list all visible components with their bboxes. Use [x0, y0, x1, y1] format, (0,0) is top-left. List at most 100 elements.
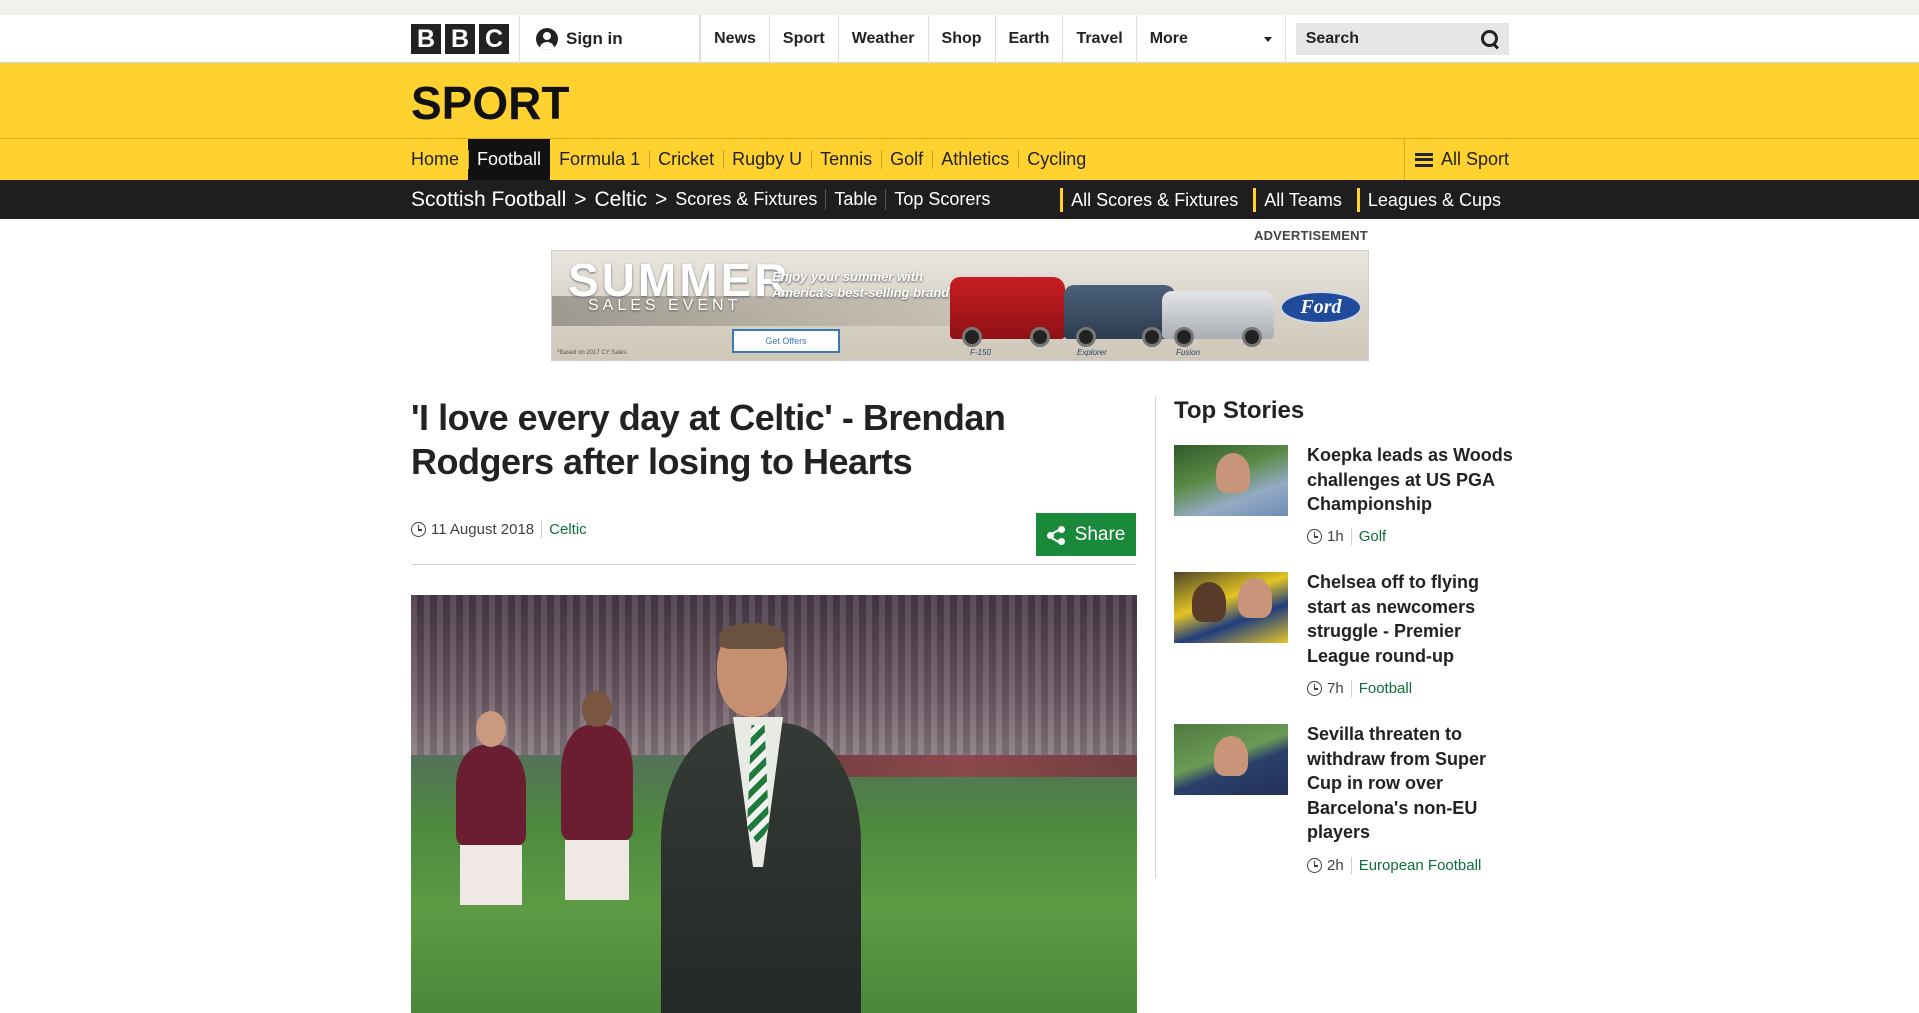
- sport-nav-tennis[interactable]: Tennis: [811, 139, 881, 180]
- photo-player-shorts: [565, 840, 629, 900]
- subnav-all-scores-fixtures[interactable]: All Scores & Fixtures: [1060, 187, 1246, 212]
- ad-car-blue-suv: [1064, 285, 1176, 347]
- global-nav: News Sport Weather Shop Earth Travel Mor…: [700, 15, 1286, 63]
- clock-icon: [1307, 529, 1322, 544]
- sport-nav: Home Football Formula 1 Cricket Rugby U …: [0, 139, 1919, 180]
- photo-player: [561, 691, 633, 900]
- sign-in-label: Sign in: [566, 29, 623, 48]
- thumbnail-figure: [1216, 453, 1250, 493]
- story-title[interactable]: Chelsea off to flying start as newcomers…: [1307, 570, 1517, 668]
- sport-header: SPORT: [0, 63, 1919, 139]
- share-icon: [1046, 525, 1065, 545]
- global-nav-news[interactable]: News: [700, 15, 769, 63]
- ad-car-red-truck: [950, 277, 1065, 347]
- story-meta: 1h Golf: [1307, 528, 1386, 545]
- clock-icon: [1307, 681, 1322, 696]
- story-time: 1h: [1327, 528, 1344, 545]
- story-section-link[interactable]: European Football: [1350, 857, 1481, 874]
- photo-player-shorts: [460, 845, 522, 905]
- sport-nav-golf[interactable]: Golf: [881, 139, 932, 180]
- ad-fine-print: *Based on 2017 CY Sales.: [557, 350, 628, 356]
- sport-nav-football[interactable]: Football: [468, 139, 551, 180]
- story-thumbnail[interactable]: [1174, 572, 1288, 643]
- ad-subheadline: SALES EVENT: [588, 297, 742, 314]
- sport-title[interactable]: SPORT: [411, 76, 569, 130]
- thumbnail-figure: [1192, 582, 1226, 622]
- sport-nav-formula-1[interactable]: Formula 1: [550, 139, 649, 180]
- wheel: [1030, 327, 1050, 347]
- subnav-right-links: All Scores & Fixtures All Teams Leagues …: [1053, 180, 1509, 219]
- photo-player-head: [476, 711, 506, 747]
- sport-nav-athletics[interactable]: Athletics: [932, 139, 1018, 180]
- ad-model-label: Explorer: [1077, 348, 1107, 357]
- advertisement-label: ADVERTISEMENT: [1254, 228, 1368, 243]
- breadcrumb-scottish-football[interactable]: Scottish Football: [411, 188, 566, 212]
- story-title[interactable]: Koepka leads as Woods challenges at US P…: [1307, 443, 1517, 517]
- column-divider: [1155, 396, 1156, 878]
- subnav-all-teams[interactable]: All Teams: [1253, 187, 1350, 212]
- search-icon[interactable]: [1481, 30, 1499, 48]
- story-section-link[interactable]: Football: [1350, 680, 1412, 697]
- global-nav-shop[interactable]: Shop: [927, 15, 995, 63]
- global-nav-more[interactable]: More: [1135, 15, 1286, 63]
- story-title[interactable]: Sevilla threaten to withdraw from Super …: [1307, 722, 1517, 845]
- global-nav-travel[interactable]: Travel: [1062, 15, 1135, 63]
- photo-manager-hair: [719, 623, 785, 649]
- article-section-link[interactable]: Celtic: [541, 521, 587, 538]
- ad-model-label: Fusion: [1176, 348, 1201, 357]
- article-meta: 11 August 2018 Celtic: [411, 521, 587, 538]
- subnav-table[interactable]: Table: [825, 189, 885, 210]
- sport-nav-home[interactable]: Home: [411, 139, 468, 180]
- logo-letter: B: [411, 24, 441, 54]
- browser-top-strip: [0, 0, 1919, 15]
- advertisement-banner[interactable]: SUMMER SALES EVENT Enjoy your summer wit…: [551, 250, 1369, 361]
- global-nav-sport[interactable]: Sport: [768, 15, 838, 63]
- story-thumbnail[interactable]: [1174, 724, 1288, 795]
- story-time: 7h: [1327, 680, 1344, 697]
- caret-down-icon: [1263, 36, 1272, 42]
- share-button[interactable]: Share: [1036, 513, 1136, 556]
- breadcrumb-celtic[interactable]: Celtic: [595, 188, 648, 212]
- search-box[interactable]: Search: [1295, 23, 1509, 55]
- sport-nav-cycling[interactable]: Cycling: [1018, 139, 1095, 180]
- ad-tagline: Enjoy your summer with America's best-se…: [772, 269, 955, 300]
- ad-get-offers-button[interactable]: Get Offers: [732, 329, 840, 353]
- story-section-link[interactable]: Golf: [1350, 528, 1386, 545]
- top-stories-heading: Top Stories: [1174, 397, 1305, 424]
- thumbnail-figure: [1238, 578, 1272, 618]
- wheel: [1142, 327, 1162, 347]
- story-meta: 7h Football: [1307, 680, 1412, 697]
- bbc-logo[interactable]: B B C: [411, 15, 520, 63]
- subnav-top-scorers[interactable]: Top Scorers: [885, 189, 998, 210]
- sign-in-link[interactable]: Sign in: [520, 15, 701, 63]
- breadcrumb-separator: >: [655, 187, 668, 211]
- subnav-leagues-cups[interactable]: Leagues & Cups: [1356, 187, 1509, 212]
- ad-car-silver-sedan: [1162, 291, 1274, 347]
- subnav-scores-fixtures[interactable]: Scores & Fixtures: [675, 189, 825, 210]
- story-meta: 2h European Football: [1307, 857, 1481, 874]
- menu-icon: [1414, 152, 1433, 167]
- clock-icon: [411, 522, 426, 537]
- wheel: [1174, 327, 1194, 347]
- sport-nav-cricket[interactable]: Cricket: [649, 139, 723, 180]
- wheel: [1242, 327, 1262, 347]
- bbc-global-bar: B B C Sign in News Sport Weather Shop Ea…: [0, 15, 1919, 63]
- divider: [411, 564, 1136, 565]
- global-nav-earth[interactable]: Earth: [994, 15, 1063, 63]
- story-thumbnail[interactable]: [1174, 445, 1288, 516]
- logo-letter: B: [445, 24, 475, 54]
- breadcrumb-separator: >: [574, 187, 587, 211]
- global-nav-weather[interactable]: Weather: [837, 15, 928, 63]
- all-sport-button[interactable]: All Sport: [1403, 139, 1509, 180]
- article-hero-image: [411, 595, 1137, 1013]
- user-icon: [536, 28, 558, 50]
- ad-model-label: F-150: [970, 348, 991, 357]
- photo-player-head: [582, 691, 612, 727]
- photo-manager: [661, 623, 861, 1013]
- article-date: 11 August 2018: [431, 521, 535, 538]
- wheel: [962, 327, 982, 347]
- ford-logo: Ford: [1280, 291, 1362, 324]
- all-sport-label: All Sport: [1440, 149, 1509, 169]
- more-label: More: [1149, 30, 1188, 47]
- sport-nav-rugby-union[interactable]: Rugby U: [723, 139, 811, 180]
